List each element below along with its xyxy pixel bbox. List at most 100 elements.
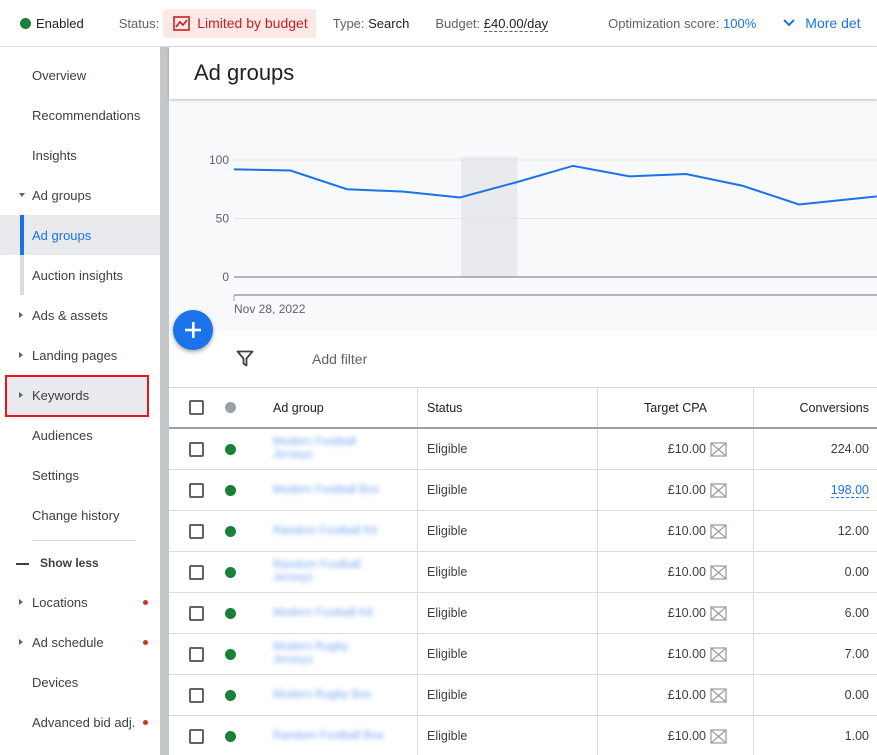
row-conversions: 198.00 (830, 482, 869, 498)
header-target-cpa[interactable]: Target CPA (597, 388, 753, 427)
chevron-down-icon (783, 19, 795, 27)
sidebar-item-keywords[interactable]: Keywords (0, 375, 160, 415)
row-target-cpa[interactable]: £10.00 (668, 442, 706, 456)
sidebar-scrollbar[interactable] (160, 47, 169, 755)
row-checkbox[interactable] (189, 646, 204, 662)
table-row[interactable]: Modern Football Jerseys Eligible £10.00 2… (169, 429, 877, 470)
row-target-cpa[interactable]: £10.00 (668, 565, 706, 579)
row-status: Eligible (417, 675, 597, 715)
sidebar-item-change-history[interactable]: Change history (0, 495, 160, 535)
row-target-cpa[interactable]: £10.00 (668, 729, 706, 743)
row-checkbox[interactable] (189, 482, 204, 498)
broken-image-icon (710, 687, 727, 703)
sidebar-item-audiences[interactable]: Audiences (0, 415, 160, 455)
row-status: Eligible (417, 552, 597, 592)
enabled-status[interactable]: Enabled (20, 16, 84, 31)
status-label: Status: (118, 15, 160, 31)
table-row[interactable]: Random Football Jerseys Eligible £10.00 0… (169, 552, 877, 593)
sidebar-item-devices[interactable]: Devices (0, 662, 160, 702)
row-status: Eligible (417, 716, 597, 755)
campaign-type: Type: Search (332, 15, 410, 31)
header-conversions[interactable]: Conversions (753, 388, 877, 427)
ad-group-name-link[interactable]: Modern Football Kit (273, 607, 373, 620)
row-status: Eligible (417, 511, 597, 551)
limited-by-budget-text: Limited by budget (197, 15, 308, 31)
filter-icon[interactable] (236, 350, 254, 367)
sidebar-item-settings[interactable]: Settings (0, 455, 160, 495)
enabled-dot-icon[interactable] (225, 525, 236, 537)
ad-group-name-link[interactable]: Modern Football Box (273, 484, 379, 497)
sidebar-item-overview[interactable]: Overview (0, 55, 160, 95)
caret-down-icon (19, 193, 25, 197)
limited-by-budget-badge[interactable]: Limited by budget (163, 8, 316, 38)
row-status: Eligible (417, 429, 597, 469)
enabled-dot-icon[interactable] (225, 730, 236, 742)
add-ad-group-button[interactable] (173, 310, 213, 350)
caret-right-icon (19, 312, 23, 318)
broken-image-icon (710, 482, 727, 498)
campaign-budget[interactable]: Budget: £40.00/day (435, 15, 549, 32)
row-checkbox[interactable] (189, 564, 204, 580)
row-checkbox[interactable] (189, 523, 204, 539)
optimization-score[interactable]: Optimization score: 100% (608, 16, 756, 31)
enabled-dot-icon[interactable] (225, 689, 236, 701)
row-target-cpa[interactable]: £10.00 (668, 483, 706, 497)
row-checkbox[interactable] (189, 605, 204, 621)
row-target-cpa[interactable]: £10.00 (668, 524, 706, 538)
row-checkbox[interactable] (189, 728, 204, 744)
ad-group-name-link[interactable]: Modern Rugby Box (273, 689, 371, 702)
table-row[interactable]: Random Football Kit Eligible £10.00 12.0… (169, 511, 877, 552)
sidebar-item-ad-schedule[interactable]: Ad schedule (0, 622, 160, 662)
add-filter-button[interactable]: Add filter (312, 351, 367, 367)
status-column-icon (225, 402, 236, 413)
sidebar-item-auction-insights[interactable]: Auction insights (0, 255, 160, 295)
sidebar-item-locations[interactable]: Locations (0, 582, 160, 622)
row-target-cpa[interactable]: £10.00 (668, 688, 706, 702)
enabled-dot-icon[interactable] (225, 648, 236, 660)
broken-image-icon (710, 646, 727, 662)
ad-group-name-link[interactable]: Random Football Jerseys (273, 559, 361, 585)
enabled-dot-icon[interactable] (225, 484, 236, 496)
chart-series-line (233, 164, 877, 206)
alert-dot-icon (143, 599, 148, 605)
sidebar-item-ad-groups[interactable]: Ad groups (0, 215, 160, 255)
row-conversions: 224.00 (830, 442, 869, 456)
table-row[interactable]: Modern Football Box Eligible £10.00 198.… (169, 470, 877, 511)
enabled-dot-icon[interactable] (225, 566, 236, 578)
plus-icon (185, 322, 201, 338)
row-status: Eligible (417, 470, 597, 510)
line-chart-svg: 0 50 100 Nov 28, 2022 (209, 153, 877, 316)
select-all-checkbox[interactable] (189, 400, 204, 415)
sidebar-item-advanced-bid-adj[interactable]: Advanced bid adj. (0, 702, 160, 742)
sidebar-divider (32, 540, 136, 541)
sidebar-item-recommendations[interactable]: Recommendations (0, 95, 160, 135)
chart-y-tick-label: 100 (209, 153, 229, 167)
table-header-row: Ad group Status Target CPA Conversions (169, 388, 877, 429)
row-checkbox[interactable] (189, 441, 204, 457)
enabled-dot-icon[interactable] (225, 607, 236, 619)
ad-group-name-link[interactable]: Modern Football Jerseys (273, 436, 356, 462)
sidebar-item-insights[interactable]: Insights (0, 135, 160, 175)
main-content: Ad groups 0 50 100 Nov 28, 2022 Add filter … (169, 47, 877, 755)
sidebar-item-landing-pages[interactable]: Landing pages (0, 335, 160, 375)
ad-group-name-link[interactable]: Random Football Box (273, 730, 384, 743)
table-row[interactable]: Modern Rugby Box Eligible £10.00 0.00 (169, 675, 877, 716)
filter-bar: Add filter (169, 331, 877, 388)
row-target-cpa[interactable]: £10.00 (668, 606, 706, 620)
sidebar-item-ads-assets[interactable]: Ads & assets (0, 295, 160, 335)
enabled-dot-icon (20, 17, 31, 29)
header-ad-group[interactable]: Ad group (273, 388, 417, 427)
ad-group-name-link[interactable]: Modern Rugby Jerseys (273, 641, 348, 667)
enabled-dot-icon[interactable] (225, 443, 236, 455)
chart-highlight-band (461, 157, 518, 277)
more-details-button[interactable]: More det (783, 15, 861, 31)
sidebar-show-less[interactable]: Show less (0, 543, 160, 583)
header-status[interactable]: Status (417, 388, 597, 427)
ad-group-name-link[interactable]: Random Football Kit (273, 525, 377, 538)
table-row[interactable]: Modern Football Kit Eligible £10.00 6.00 (169, 593, 877, 634)
row-checkbox[interactable] (189, 687, 204, 703)
sidebar-item-ad-groups-section[interactable]: Ad groups (0, 175, 160, 215)
table-row[interactable]: Random Football Box Eligible £10.00 1.00 (169, 716, 877, 755)
row-target-cpa[interactable]: £10.00 (668, 647, 706, 661)
table-row[interactable]: Modern Rugby Jerseys Eligible £10.00 7.00 (169, 634, 877, 675)
